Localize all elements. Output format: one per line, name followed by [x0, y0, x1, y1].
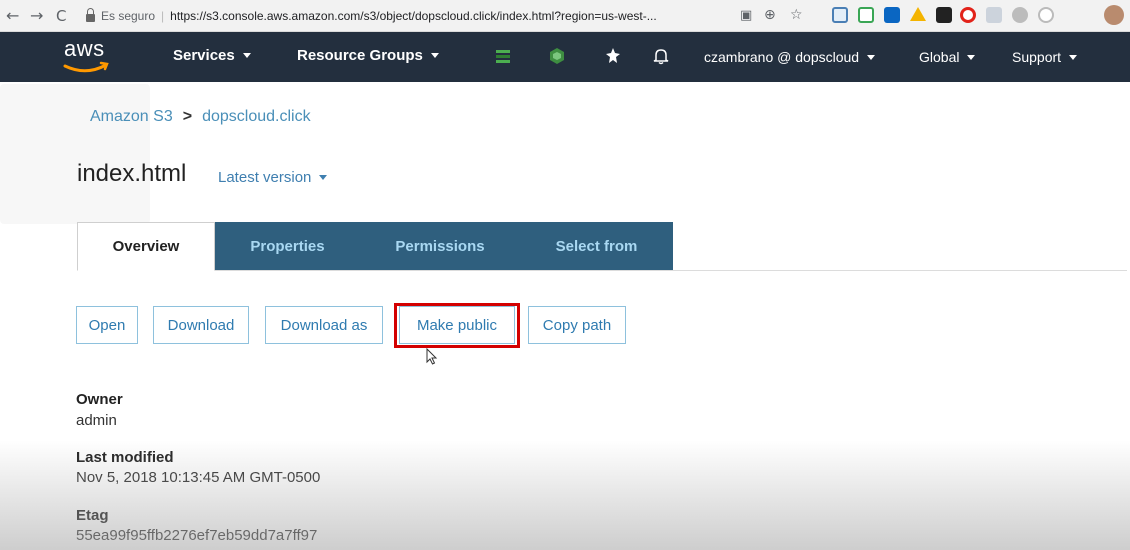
breadcrumb-root-link[interactable]: Amazon S3 [90, 108, 173, 125]
tabs-divider [77, 270, 1127, 271]
etag-label: Etag [76, 507, 109, 524]
version-dropdown[interactable]: Latest version [218, 169, 328, 186]
breadcrumb-bucket-link[interactable]: dopscloud.click [202, 108, 311, 125]
lock-icon [86, 8, 95, 22]
owner-value: admin [76, 412, 117, 429]
chevron-down-icon [242, 53, 251, 58]
tab-select-from[interactable]: Select from [520, 222, 673, 270]
address-separator: | [161, 9, 165, 23]
region-menu[interactable]: Global [919, 49, 976, 65]
etag-value: 55ea99f95ffb2276ef7eb59dd7a7ff97 [76, 527, 318, 544]
services-menu[interactable]: Services [173, 47, 251, 64]
extension-icon[interactable] [1038, 7, 1054, 23]
secure-label: Es seguro [101, 9, 156, 23]
last-modified-value: Nov 5, 2018 10:13:45 AM GMT-0500 [76, 469, 321, 486]
services-label: Services [173, 47, 235, 64]
extension-icon[interactable] [1012, 7, 1028, 23]
pin-icon[interactable] [604, 47, 622, 65]
chevron-down-icon [319, 175, 328, 180]
reload-icon[interactable]: C [56, 7, 66, 25]
tab-label: Select from [555, 237, 638, 255]
copy-path-button[interactable]: Copy path [528, 306, 626, 344]
support-menu[interactable]: Support [1012, 49, 1078, 65]
download-as-button[interactable]: Download as [265, 306, 383, 344]
url-text: https://s3.console.aws.amazon.com/s3/obj… [170, 9, 657, 23]
tab-permissions[interactable]: Permissions [360, 222, 520, 270]
extension-icon[interactable] [832, 7, 848, 23]
chevron-down-icon [1069, 55, 1078, 60]
opera-icon[interactable] [960, 7, 976, 23]
make-public-highlight [394, 303, 520, 348]
last-modified-label: Last modified [76, 449, 174, 466]
tab-label: Permissions [395, 237, 485, 255]
account-label: czambrano @ dopscloud [704, 49, 860, 65]
address-bar[interactable]: Es seguro | https://s3.console.aws.amazo… [86, 3, 726, 29]
cube-icon[interactable] [548, 47, 566, 65]
page-title: index.html [77, 160, 187, 187]
extension-icon[interactable] [858, 7, 874, 23]
extension-icon[interactable] [986, 7, 1002, 23]
version-label: Latest version [218, 169, 312, 186]
profile-avatar[interactable] [1104, 5, 1124, 25]
layers-icon[interactable] [494, 47, 512, 65]
drive-icon[interactable] [910, 7, 926, 21]
resource-groups-label: Resource Groups [297, 47, 423, 64]
translate-icon[interactable]: ▣ [740, 8, 752, 23]
resource-groups-menu[interactable]: Resource Groups [297, 47, 439, 64]
breadcrumb: Amazon S3 > dopscloud.click [90, 108, 311, 126]
zoom-icon[interactable]: ⊕ [764, 7, 776, 23]
breadcrumb-separator: > [182, 108, 193, 125]
support-label: Support [1012, 49, 1062, 65]
tab-overview[interactable]: Overview [77, 222, 215, 271]
download-button[interactable]: Download [153, 306, 249, 344]
tab-label: Properties [250, 237, 325, 255]
bell-icon[interactable] [652, 47, 670, 65]
forward-arrow-icon[interactable]: → [30, 6, 43, 25]
extension-icon[interactable] [936, 7, 952, 23]
chevron-down-icon [867, 55, 876, 60]
tab-label: Overview [112, 238, 180, 255]
open-button[interactable]: Open [76, 306, 138, 344]
region-label: Global [919, 49, 960, 65]
chevron-down-icon [430, 53, 439, 58]
star-icon[interactable]: ☆ [790, 7, 803, 23]
chevron-down-icon [967, 55, 976, 60]
mouse-cursor-icon [426, 348, 438, 365]
linkedin-icon[interactable] [884, 7, 900, 23]
account-menu[interactable]: czambrano @ dopscloud [704, 49, 876, 65]
browser-toolbar: ← → C Es seguro | https://s3.console.aws… [0, 0, 1130, 32]
back-arrow-icon[interactable]: ← [6, 6, 19, 25]
background-document-shape [0, 84, 150, 224]
tab-properties[interactable]: Properties [215, 222, 360, 270]
owner-label: Owner [76, 391, 123, 408]
